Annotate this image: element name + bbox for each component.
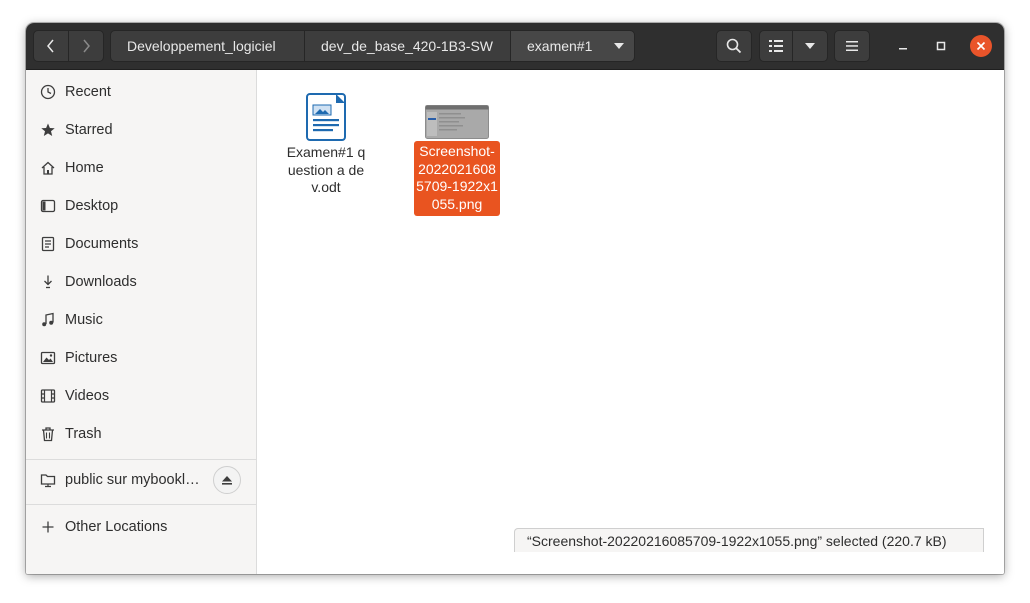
sidebar-item-pictures[interactable]: Pictures: [26, 339, 256, 377]
picture-icon: [39, 349, 57, 367]
sidebar-item-label: Music: [65, 312, 103, 328]
breadcrumb-item[interactable]: dev_de_base_420-1B3-SW: [304, 30, 511, 62]
sidebar-item-label: Other Locations: [65, 519, 168, 535]
close-button[interactable]: [970, 35, 992, 57]
plus-icon: [39, 518, 57, 536]
image-thumbnail-icon: [425, 105, 489, 139]
file-item[interactable]: Examen#1 question a dev.odt: [283, 93, 369, 200]
file-view: Examen#1 question a dev.odt Screenshot-2…: [257, 70, 1004, 574]
network-folder-icon: [39, 471, 57, 489]
odt-document-icon: [306, 93, 346, 141]
file-name: Examen#1 question a dev.odt: [286, 144, 366, 195]
view-list-button[interactable]: [759, 30, 793, 62]
star-icon: [39, 121, 57, 139]
clock-icon: [39, 83, 57, 101]
video-icon: [39, 387, 57, 405]
sidebar-item-label: Recent: [65, 84, 111, 100]
breadcrumb-label: dev_de_base_420-1B3-SW: [321, 38, 494, 54]
sidebar-divider: [26, 459, 256, 460]
sidebar-item-label: Starred: [65, 122, 113, 138]
sidebar-item-label: Trash: [65, 426, 102, 442]
chevron-left-icon: [47, 39, 54, 53]
maximize-button[interactable]: [930, 35, 952, 57]
document-icon: [39, 235, 57, 253]
file-manager-window: Developpement_logiciel dev_de_base_420-1…: [26, 23, 1004, 574]
list-view-icon: [769, 40, 783, 52]
menu-button[interactable]: [834, 30, 870, 62]
breadcrumb-current[interactable]: examen#1: [510, 30, 635, 62]
view-options-dropdown[interactable]: [792, 30, 828, 62]
maximize-icon: [936, 41, 946, 51]
file-name: Screenshot-20220216085709-1922x1055.png: [414, 141, 500, 216]
download-icon: [39, 273, 57, 291]
sidebar-item-starred[interactable]: Starred: [26, 111, 256, 149]
sidebar-item-other-locations[interactable]: Other Locations: [26, 508, 256, 546]
header-bar: Developpement_logiciel dev_de_base_420-1…: [26, 23, 1004, 70]
music-icon: [39, 311, 57, 329]
sidebar-item-downloads[interactable]: Downloads: [26, 263, 256, 301]
sidebar-item-desktop[interactable]: Desktop: [26, 187, 256, 225]
status-bar: “Screenshot-20220216085709-1922x1055.png…: [514, 528, 984, 552]
breadcrumb-item[interactable]: Developpement_logiciel: [110, 30, 305, 62]
minimize-icon: [899, 48, 907, 50]
sidebar-item-home[interactable]: Home: [26, 149, 256, 187]
sidebar-item-recent[interactable]: Recent: [26, 73, 256, 111]
sidebar: Recent Starred Home Desktop Documents Do…: [26, 70, 257, 574]
eject-icon: [222, 476, 232, 485]
search-icon: [726, 38, 742, 54]
sidebar-item-music[interactable]: Music: [26, 301, 256, 339]
chevron-right-icon: [83, 39, 90, 53]
sidebar-divider: [26, 504, 256, 505]
sidebar-item-videos[interactable]: Videos: [26, 377, 256, 415]
sidebar-item-label: Desktop: [65, 198, 119, 214]
close-icon: [976, 41, 986, 51]
back-button[interactable]: [33, 30, 69, 62]
hamburger-icon: [846, 41, 858, 51]
status-text: “Screenshot-20220216085709-1922x1055.png…: [527, 532, 947, 549]
caret-down-icon: [614, 43, 624, 49]
sidebar-item-label: Home: [65, 160, 104, 176]
sidebar-item-label: Downloads: [65, 274, 137, 290]
trash-icon: [39, 425, 57, 443]
search-button[interactable]: [716, 30, 752, 62]
breadcrumb-label: Developpement_logiciel: [127, 38, 276, 54]
sidebar-item-label: Documents: [65, 236, 139, 252]
file-item-selected[interactable]: Screenshot-20220216085709-1922x1055.png: [414, 105, 500, 216]
breadcrumb-label: examen#1: [527, 38, 593, 54]
home-icon: [39, 159, 57, 177]
caret-down-icon: [805, 43, 815, 49]
minimize-button[interactable]: [892, 35, 914, 57]
desktop-icon: [39, 197, 57, 215]
sidebar-item-trash[interactable]: Trash: [26, 415, 256, 453]
sidebar-item-label: Videos: [65, 388, 110, 404]
sidebar-item-label: Pictures: [65, 350, 118, 366]
sidebar-item-documents[interactable]: Documents: [26, 225, 256, 263]
forward-button[interactable]: [68, 30, 104, 62]
sidebar-item-label: public sur mybookl…: [65, 472, 200, 488]
eject-button[interactable]: [213, 466, 241, 494]
